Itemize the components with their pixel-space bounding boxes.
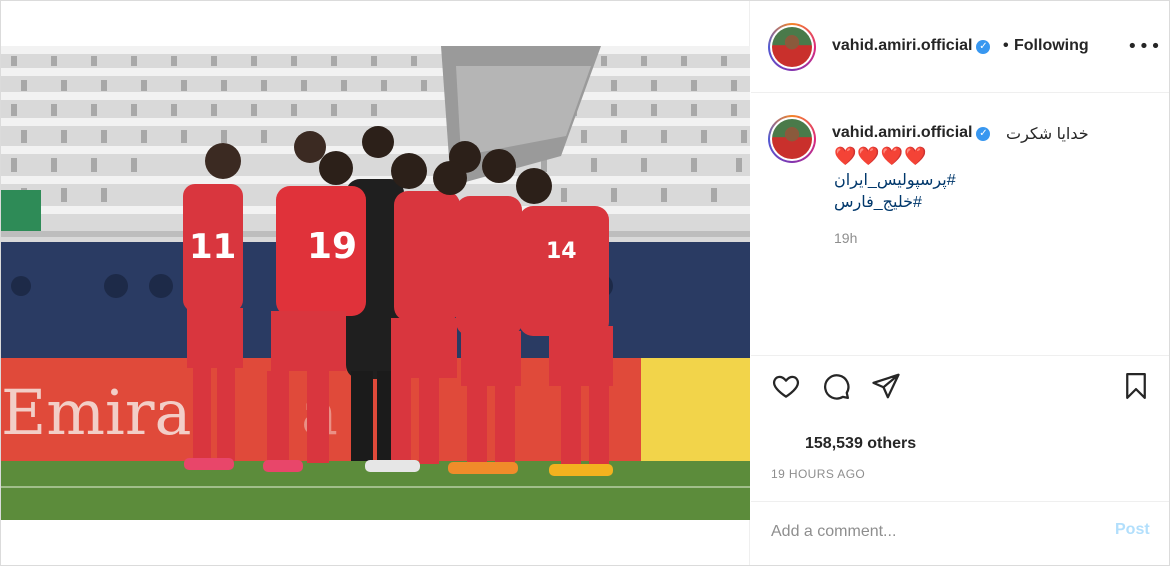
avatar-image	[772, 119, 812, 159]
author-username-link[interactable]: vahid.amiri.official ✓	[832, 37, 991, 55]
caption-hearts: ❤️❤️❤️❤️	[834, 146, 928, 167]
avatar-image	[772, 27, 812, 67]
author-avatar[interactable]	[768, 23, 816, 71]
post-comment-button[interactable]: Post	[1115, 521, 1150, 539]
verified-badge-icon: ✓	[976, 40, 991, 54]
likes-count[interactable]: 158,539 others	[805, 435, 916, 453]
post-media: Emira a	[1, 1, 750, 565]
football-team-photo: Emira a	[1, 46, 750, 520]
hashtag-link[interactable]: #پرسپولیس_ایران	[834, 170, 956, 190]
heart-icon	[773, 375, 799, 398]
svg-text:19: 19	[307, 226, 357, 267]
comment-input[interactable]	[771, 518, 1091, 546]
caption-section: vahid.amiri.official ✓ خدایا شکرت ❤️❤️❤️❤…	[751, 93, 1169, 355]
share-button[interactable]	[869, 370, 903, 404]
comment-icon	[824, 373, 850, 400]
verified-badge-icon: ✓	[976, 127, 991, 141]
post-sidebar: vahid.amiri.official ✓ • Following ••• va…	[751, 1, 1169, 565]
caption-text: خدایا شکرت	[1006, 126, 1089, 143]
more-options-icon[interactable]: •••	[1127, 35, 1161, 59]
following-button[interactable]: Following	[1014, 37, 1089, 55]
action-bar	[751, 355, 1169, 415]
caption-username-link[interactable]: vahid.amiri.official ✓	[832, 124, 991, 142]
instagram-post: Emira a	[0, 0, 1170, 566]
svg-text:Emira: Emira	[1, 376, 191, 449]
separator-dot: •	[1003, 37, 1009, 54]
paper-plane-icon	[872, 373, 900, 398]
bookmark-icon	[1126, 372, 1146, 399]
svg-text:11: 11	[189, 227, 236, 267]
like-button[interactable]	[769, 370, 803, 404]
add-comment-section: Post	[751, 501, 1169, 565]
post-timestamp[interactable]: 19 HOURS AGO	[771, 467, 865, 481]
caption-time[interactable]: 19h	[834, 230, 857, 246]
comment-button[interactable]	[819, 370, 853, 404]
caption-avatar[interactable]	[768, 115, 816, 163]
post-header: vahid.amiri.official ✓ • Following •••	[751, 1, 1169, 93]
svg-text:14: 14	[546, 239, 577, 264]
hashtag-link[interactable]: #خلیج_فارس	[834, 192, 922, 212]
save-button[interactable]	[1119, 370, 1153, 404]
post-photo[interactable]: Emira a	[1, 46, 750, 520]
